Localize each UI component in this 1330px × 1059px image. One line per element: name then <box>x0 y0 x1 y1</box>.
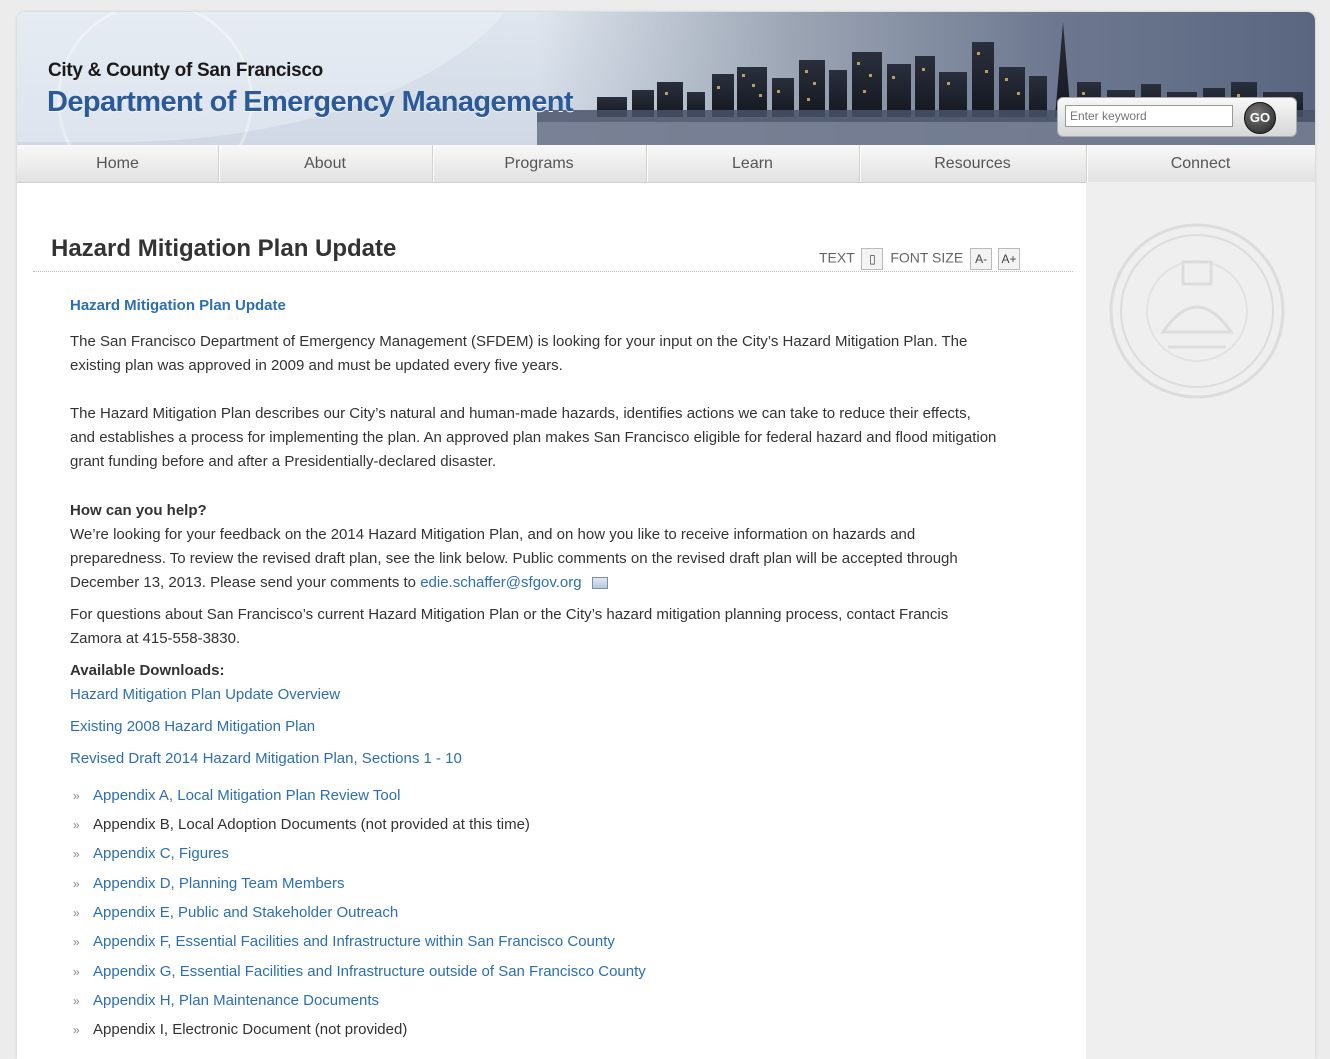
text-line: December 13, 2013. Please send your comm… <box>70 571 1070 595</box>
description-paragraph: The Hazard Mitigation Plan describes our… <box>70 402 1070 474</box>
page-frame: City & County of San Francisco Departmen… <box>17 12 1315 1059</box>
appendix-link[interactable]: Appendix C, Figures <box>93 845 229 862</box>
bullet-icon: » <box>73 1023 80 1037</box>
appendix-item: » Appendix E, Public and Stakeholder Outr… <box>73 904 398 921</box>
text-line: grant funding before and after a Preside… <box>70 453 497 470</box>
appendix-text: Appendix B, Local Adoption Documents (no… <box>93 816 530 833</box>
nav-resources[interactable]: Resources <box>859 145 1087 182</box>
appendix-item: » Appendix H, Plan Maintenance Documents <box>73 992 379 1009</box>
city-seal-watermark <box>1109 223 1285 399</box>
bullet-icon: » <box>73 818 80 832</box>
right-sidebar <box>1086 182 1315 1059</box>
search-input[interactable] <box>1065 105 1233 127</box>
download-link[interactable]: Hazard Mitigation Plan Update Overview <box>70 686 340 703</box>
heading-link[interactable]: Hazard Mitigation Plan Update <box>70 297 286 314</box>
help-text: December 13, 2013. Please send your comm… <box>70 574 421 591</box>
font-size-label: FONT SIZE <box>890 249 964 266</box>
search-box: GO <box>1057 97 1297 137</box>
questions-paragraph: For questions about San Francisco’s curr… <box>70 603 1070 651</box>
font-increase-button[interactable]: A+ <box>998 248 1021 270</box>
text-line: preparedness. To review the revised draf… <box>70 550 958 567</box>
text-only-icon[interactable]: ▯ <box>861 248 884 270</box>
appendix-link[interactable]: Appendix F, Essential Facilities and Inf… <box>93 933 615 950</box>
appendix-link[interactable]: Appendix A, Local Mitigation Plan Review… <box>93 787 400 804</box>
appendix-item: » Appendix C, Figures <box>73 845 229 862</box>
appendix-item: » Appendix A, Local Mitigation Plan Revie… <box>73 787 400 804</box>
bullet-icon: » <box>73 906 80 920</box>
bullet-icon: » <box>73 994 80 1008</box>
site-title[interactable]: Department of Emergency Management <box>47 86 574 119</box>
text-line: We’re looking for your feedback on the 2… <box>70 526 916 543</box>
bullet-icon: » <box>73 965 80 979</box>
page-title: Hazard Mitigation Plan Update <box>51 235 397 262</box>
nav-connect[interactable]: Connect <box>1086 145 1315 182</box>
help-heading: How can you help? <box>70 502 207 519</box>
text-line: and establishes a process for implementi… <box>70 429 997 446</box>
appendix-item: » Appendix F, Essential Facilities and In… <box>73 933 615 950</box>
text-line: The San Francisco Department of Emergenc… <box>70 333 968 350</box>
text-line: Zamora at 415-558-3830. <box>70 630 241 647</box>
site-subtitle: City & County of San Francisco <box>48 60 323 81</box>
title-divider <box>33 271 1073 272</box>
site-header: City & County of San Francisco Departmen… <box>17 12 1315 145</box>
nav-home[interactable]: Home <box>17 145 219 182</box>
email-link[interactable]: edie.schaffer@sfgov.org <box>420 574 581 591</box>
text-line: existing plan was approved in 2009 and m… <box>70 357 563 374</box>
appendix-item: » Appendix D, Planning Team Members <box>73 875 345 892</box>
help-section: How can you help? We’re looking for your… <box>70 499 1070 595</box>
appendix-link[interactable]: Appendix E, Public and Stakeholder Outre… <box>93 904 398 921</box>
appendix-item: » Appendix B, Local Adoption Documents (n… <box>73 816 530 833</box>
main-nav: Home About Programs Learn Resources Conn… <box>17 145 1315 183</box>
bullet-icon: » <box>73 935 80 949</box>
email-icon[interactable] <box>591 577 608 590</box>
download-link[interactable]: Revised Draft 2014 Hazard Mitigation Pla… <box>70 750 462 767</box>
appendix-text: Appendix I, Electronic Document (not pro… <box>93 1021 408 1038</box>
appendix-link[interactable]: Appendix G, Essential Facilities and Inf… <box>93 963 646 980</box>
bullet-icon: » <box>73 847 80 861</box>
appendix-item: » Appendix I, Electronic Document (not pr… <box>73 1021 407 1038</box>
nav-learn[interactable]: Learn <box>646 145 860 182</box>
text-line: For questions about San Francisco’s curr… <box>70 606 949 623</box>
download-link[interactable]: Existing 2008 Hazard Mitigation Plan <box>70 718 315 735</box>
text-line: The Hazard Mitigation Plan describes our… <box>70 405 971 422</box>
search-go-button[interactable]: GO <box>1244 102 1276 134</box>
bullet-icon: » <box>73 877 80 891</box>
nav-about[interactable]: About <box>218 145 433 182</box>
downloads-section: Available Downloads: Hazard Mitigation P… <box>70 659 462 771</box>
text-tools: TEXT ▯ FONT SIZE A- A+ <box>819 248 1023 270</box>
appendix-link[interactable]: Appendix H, Plan Maintenance Documents <box>93 992 379 1009</box>
intro-paragraph: The San Francisco Department of Emergenc… <box>70 330 1070 378</box>
text-label: TEXT <box>819 249 855 266</box>
bullet-icon: » <box>73 789 80 803</box>
appendix-item: » Appendix G, Essential Facilities and In… <box>73 963 646 980</box>
font-decrease-button[interactable]: A- <box>970 248 993 270</box>
appendix-link[interactable]: Appendix D, Planning Team Members <box>93 875 345 892</box>
downloads-heading: Available Downloads: <box>70 662 225 679</box>
nav-programs[interactable]: Programs <box>432 145 647 182</box>
